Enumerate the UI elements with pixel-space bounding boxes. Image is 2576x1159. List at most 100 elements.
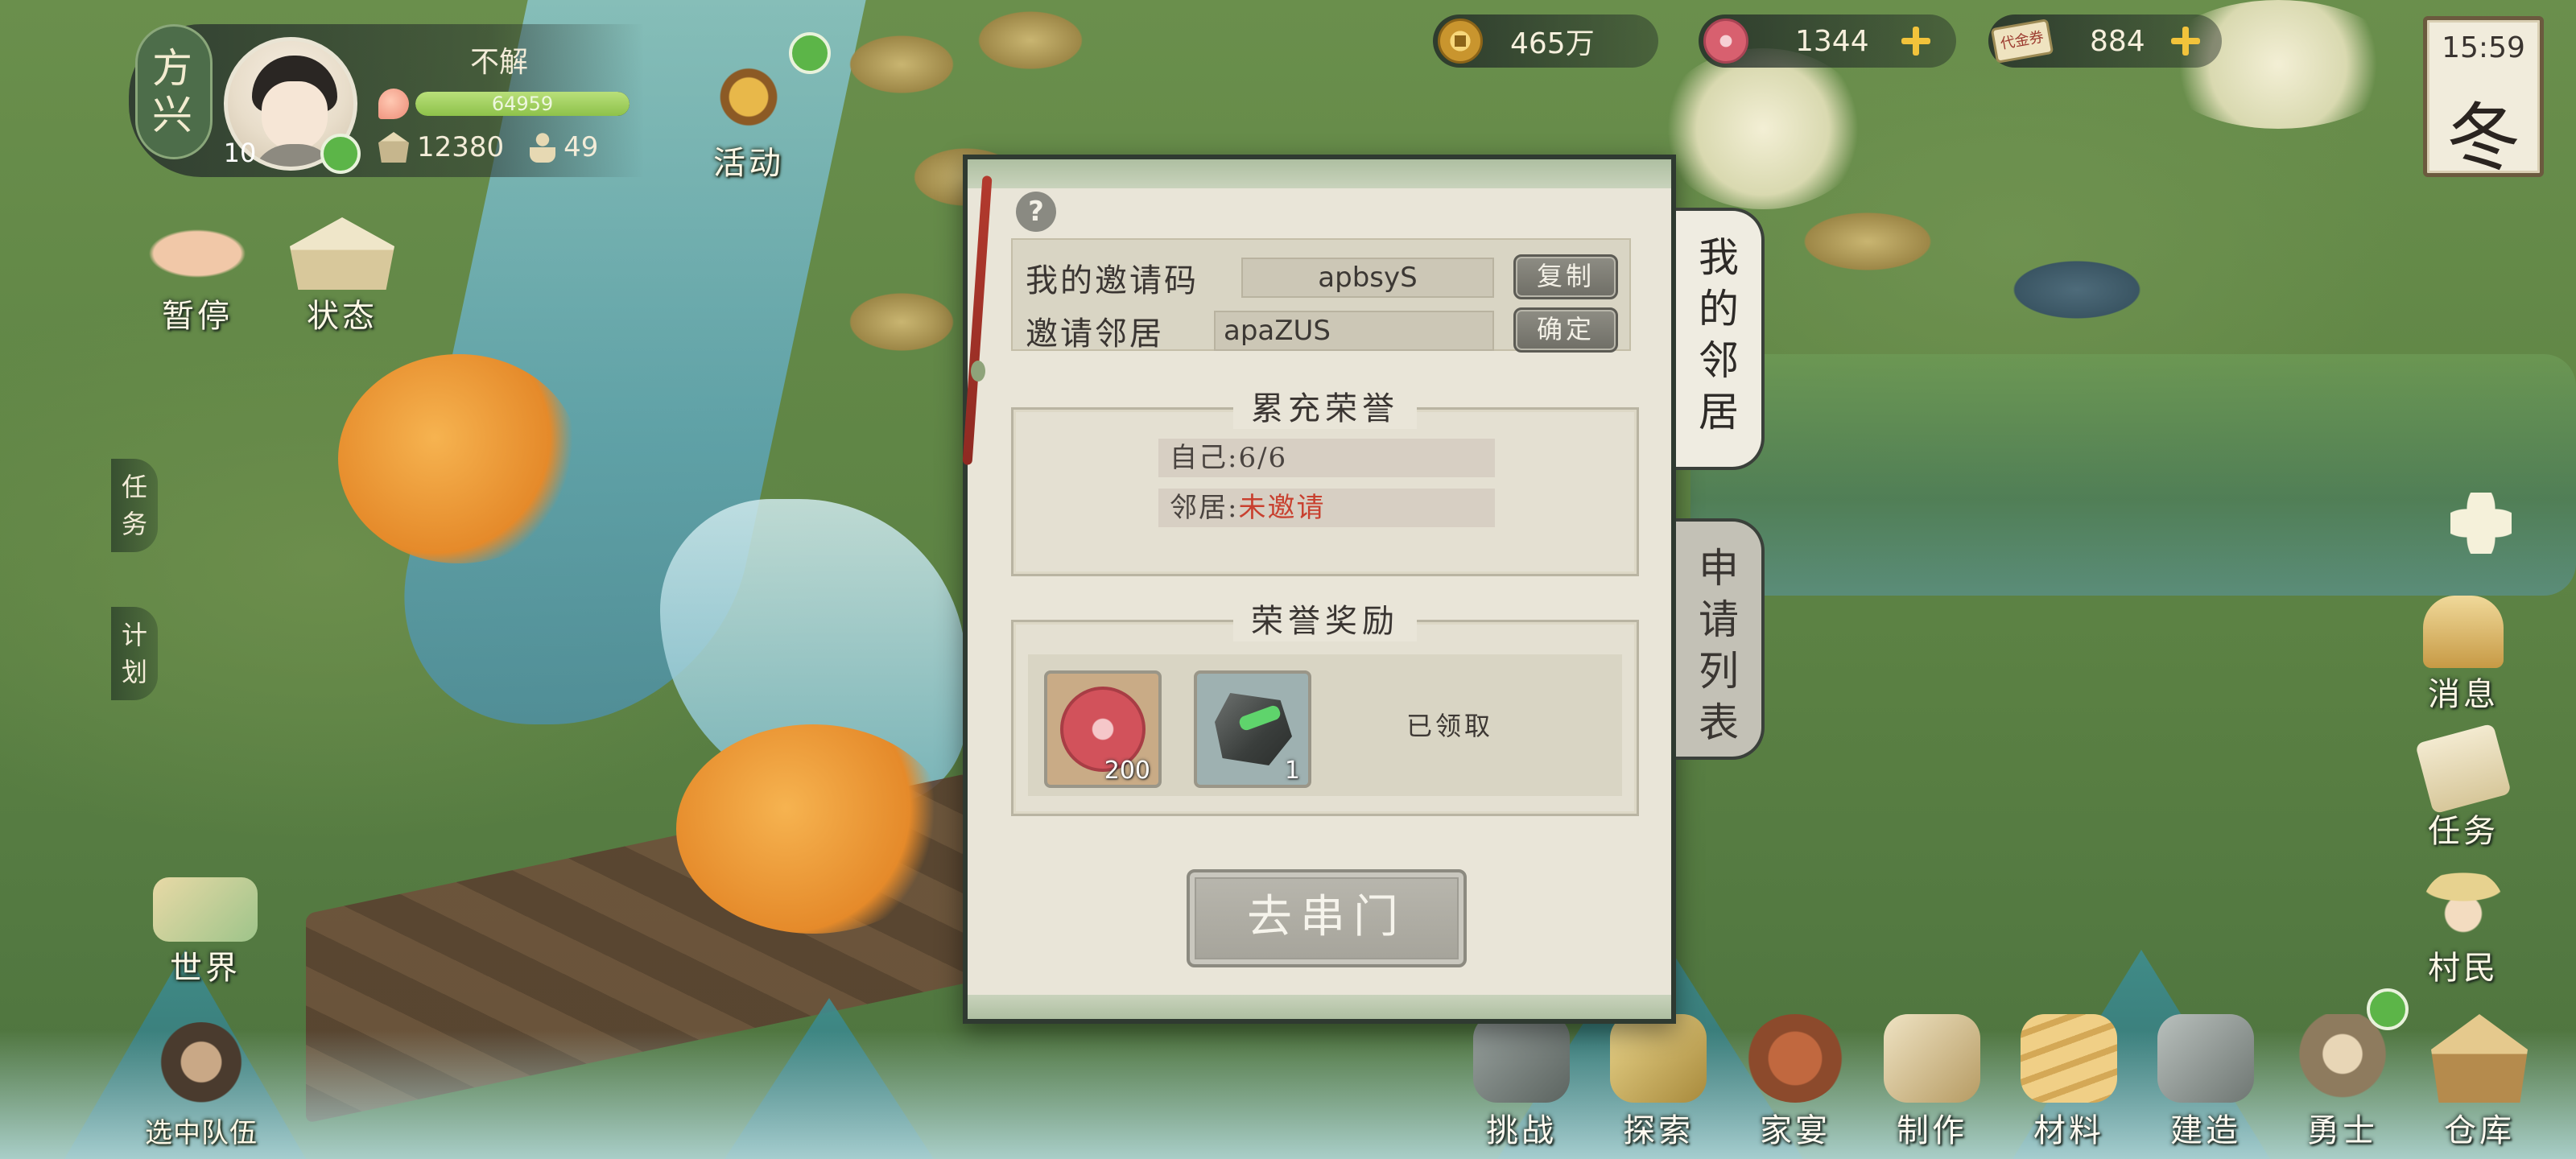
ticket-count: 884 xyxy=(2090,24,2145,58)
status-button[interactable]: 状态 xyxy=(290,217,394,336)
dialog-top-border xyxy=(968,159,1671,188)
flower-count: 1344 xyxy=(1795,24,1869,58)
scroll-icon xyxy=(2415,723,2512,815)
season-card[interactable]: 15:59 冬 xyxy=(2423,16,2544,181)
world-button[interactable]: 世界 xyxy=(153,877,258,988)
reward-section: 荣誉奖励 200 1 已领取 xyxy=(1011,595,1639,816)
flower-token-icon xyxy=(1703,19,1748,64)
visit-neighbor-button[interactable]: 去串门 xyxy=(1187,869,1467,967)
neighbor-dialog: ? 我的邀请码 apbsyS 复制 邀请邻居 apaZUS 确定 累充荣誉 自己… xyxy=(963,155,1676,1024)
pause-label: 暂停 xyxy=(162,298,233,335)
self-progress: 自己:6/6 xyxy=(1158,439,1495,477)
toolbar-challenge[interactable]: 挑战 xyxy=(1457,1014,1586,1151)
cliff xyxy=(1690,354,2576,596)
flower-petal-icon[interactable] xyxy=(2450,493,2512,554)
tab-my-neighbors[interactable]: 我 的 邻 居 xyxy=(1676,208,1765,470)
toolbar-label: 制作 xyxy=(1897,1112,1967,1149)
toolbar-explore[interactable]: 探索 xyxy=(1594,1014,1723,1151)
reward-jade-stone[interactable]: 1 xyxy=(1194,670,1311,788)
clan-badge[interactable]: 方 兴 xyxy=(135,24,213,159)
warrior-icon xyxy=(157,1022,246,1111)
toolbar-craft[interactable]: 制作 xyxy=(1868,1014,1996,1151)
task-tab[interactable]: 任 务 xyxy=(111,459,158,552)
self-value: 6/6 xyxy=(1238,442,1288,474)
bell-icon xyxy=(2423,596,2504,668)
exp-bar: 64959 xyxy=(415,92,630,116)
granary-icon xyxy=(378,132,409,163)
ticket-resource: 代金券 884 xyxy=(1988,14,2222,68)
add-flower-icon[interactable] xyxy=(1900,25,1932,57)
invite-neighbor-label: 邀请邻居 xyxy=(1026,316,1164,353)
voucher-icon: 代金券 xyxy=(1990,19,2054,64)
toolbar-label: 探索 xyxy=(1623,1112,1694,1149)
confirm-button[interactable]: 确定 xyxy=(1513,307,1618,353)
coin-resource: 465万 xyxy=(1433,14,1658,68)
tab-char: 我 xyxy=(1699,234,1739,281)
villagers-button[interactable]: 村民 xyxy=(2423,869,2504,988)
team-button[interactable]: 选中队伍 xyxy=(145,1022,258,1150)
online-status-dot xyxy=(320,134,361,174)
my-invite-code: apbsyS xyxy=(1241,258,1494,298)
honor-section: 累充荣誉 自己:6/6 邻居:未邀请 xyxy=(1011,382,1639,576)
tab-char: 列 xyxy=(1699,648,1739,695)
avatar-face xyxy=(262,81,328,151)
exp-value: 64959 xyxy=(491,93,554,115)
messages-button[interactable]: 消息 xyxy=(2423,596,2504,715)
pause-button[interactable]: 暂停 xyxy=(145,217,250,336)
crafting-icon xyxy=(1884,1014,1980,1103)
neighbor-code-input[interactable]: apaZUS xyxy=(1214,311,1494,351)
toolbar-warriors[interactable]: 勇士 xyxy=(2278,1014,2407,1151)
dialog-bottom-border xyxy=(968,995,1671,1019)
neighbor-label: 邻居: xyxy=(1170,492,1239,524)
reward-title: 荣誉奖励 xyxy=(1233,595,1417,641)
activity-notice-dot xyxy=(789,32,831,74)
my-code-label: 我的邀请码 xyxy=(1026,262,1199,299)
toolbar-label: 仓库 xyxy=(2444,1112,2515,1149)
clan-char: 兴 xyxy=(152,92,196,138)
villagers-label: 村民 xyxy=(2428,950,2499,987)
clan-char: 方 xyxy=(152,45,196,92)
warehouse-icon xyxy=(2431,1014,2528,1103)
invite-code-section: 我的邀请码 apbsyS 复制 邀请邻居 apaZUS 确定 xyxy=(1011,238,1631,353)
player-level: 10 xyxy=(223,138,257,168)
reward-quantity: 200 xyxy=(1104,757,1150,785)
toolbar-banquet[interactable]: 家宴 xyxy=(1731,1014,1860,1151)
copy-button[interactable]: 复制 xyxy=(1513,254,1618,299)
task-tab-char: 任 xyxy=(121,472,147,502)
task-tab-char: 务 xyxy=(121,509,147,539)
tab-char: 请 xyxy=(1699,596,1739,643)
warriors-notice-dot xyxy=(2367,988,2409,1030)
toolbar-label: 家宴 xyxy=(1760,1112,1831,1149)
player-stats: 12380 49 xyxy=(378,129,598,166)
world-label: 世界 xyxy=(170,950,241,987)
population-count: 49 xyxy=(564,131,599,163)
season-name: 冬 xyxy=(2446,95,2520,181)
activity-label: 活动 xyxy=(713,145,784,182)
game-time: 15:59 xyxy=(2442,31,2525,64)
tab-request-list[interactable]: 申 请 列 表 xyxy=(1676,518,1765,760)
activity-button[interactable]: 活动 xyxy=(708,48,789,184)
hand-icon xyxy=(145,217,250,290)
tab-char: 邻 xyxy=(1699,337,1739,384)
add-ticket-icon[interactable] xyxy=(2169,25,2202,57)
player-name: 不解 xyxy=(469,46,528,79)
status-label: 状态 xyxy=(307,298,378,335)
swords-icon xyxy=(1473,1014,1570,1103)
coin-count: 465万 xyxy=(1510,27,1595,60)
help-icon[interactable]: ? xyxy=(1016,192,1056,232)
toolbar-build[interactable]: 建造 xyxy=(2141,1014,2270,1151)
lantern-icon xyxy=(1610,1014,1707,1103)
claimed-status: 已领取 xyxy=(1406,711,1494,741)
tasks-button[interactable]: 任务 xyxy=(2415,723,2512,852)
house-icon xyxy=(290,217,394,290)
gong-icon xyxy=(708,48,789,137)
world-map-icon xyxy=(153,877,258,942)
orange-tree xyxy=(338,354,580,563)
toolbar-materials[interactable]: 材料 xyxy=(2004,1014,2133,1151)
reward-flower-token[interactable]: 200 xyxy=(1044,670,1162,788)
jade-stone-icon xyxy=(1215,693,1292,765)
reward-quantity: 1 xyxy=(1284,757,1300,785)
plan-tab[interactable]: 计 划 xyxy=(111,607,158,700)
self-label: 自己: xyxy=(1170,442,1239,474)
toolbar-warehouse[interactable]: 仓库 xyxy=(2415,1014,2544,1151)
